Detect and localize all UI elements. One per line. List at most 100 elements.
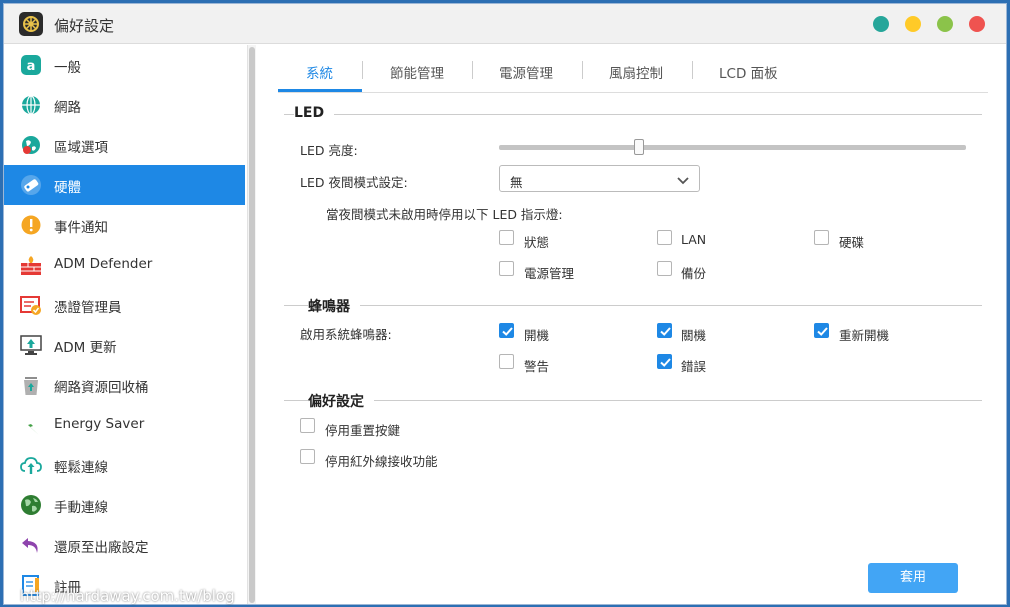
sidebar-item-label: 手動連線 bbox=[54, 500, 108, 516]
sidebar-item-label: 網路資源回收桶 bbox=[54, 380, 149, 396]
disable-ir-receiver-checkbox[interactable] bbox=[300, 449, 315, 464]
led-lan-checkbox[interactable] bbox=[657, 230, 672, 245]
sidebar-item-easy-connect[interactable]: 輕鬆連線 bbox=[4, 445, 245, 485]
led-night-mode-select[interactable]: 無 bbox=[499, 165, 700, 192]
restore-icon bbox=[20, 534, 42, 556]
energy-icon bbox=[20, 414, 42, 436]
window-close-button[interactable] bbox=[969, 16, 985, 32]
section-divider bbox=[284, 400, 982, 401]
buzzer-shutdown-label: 關機 bbox=[681, 328, 707, 343]
chevron-down-icon bbox=[677, 174, 689, 189]
recycle-icon bbox=[20, 374, 42, 396]
sidebar-item-label: ADM Defender bbox=[54, 256, 153, 272]
led-brightness-label: LED 亮度: bbox=[300, 143, 358, 158]
window-control-green-button[interactable] bbox=[937, 16, 953, 32]
buzzer-error-label: 錯誤 bbox=[681, 359, 707, 374]
buzzer-error-checkbox[interactable] bbox=[657, 354, 672, 369]
sidebar-item-notification[interactable]: 事件通知 bbox=[4, 205, 245, 245]
tab-system[interactable]: 系統 bbox=[306, 62, 333, 82]
sidebar: a 一般 網路 區域選項 硬體 事件通知 ADM Defender 憑證管理員 … bbox=[4, 45, 247, 604]
sidebar-item-general[interactable]: a 一般 bbox=[4, 45, 245, 85]
sidebar-item-label: 一般 bbox=[54, 60, 81, 76]
section-divider bbox=[284, 114, 982, 115]
globe-icon bbox=[20, 94, 42, 116]
led-backup-checkbox[interactable] bbox=[657, 261, 672, 276]
led-night-mode-value: 無 bbox=[510, 175, 523, 190]
checkmark-icon bbox=[660, 327, 671, 336]
disable-reset-button-checkbox[interactable] bbox=[300, 418, 315, 433]
tab-separator bbox=[692, 61, 693, 79]
led-disk-label: 硬碟 bbox=[839, 235, 865, 250]
buzzer-startup-label: 開機 bbox=[524, 328, 550, 343]
section-divider bbox=[284, 305, 982, 306]
tab-power-management[interactable]: 電源管理 bbox=[499, 62, 553, 82]
sidebar-item-label: ADM 更新 bbox=[54, 340, 117, 356]
led-disk-checkbox[interactable] bbox=[814, 230, 829, 245]
led-brightness-slider[interactable] bbox=[499, 145, 966, 150]
led-power-checkbox[interactable] bbox=[499, 261, 514, 276]
preferences-section-title: 偏好設定 bbox=[308, 391, 374, 411]
sidebar-item-label: 硬體 bbox=[54, 180, 81, 196]
sidebar-scrollbar[interactable] bbox=[247, 45, 256, 604]
sidebar-item-adm-defender[interactable]: ADM Defender bbox=[4, 245, 245, 285]
checkmark-icon bbox=[817, 327, 828, 336]
checkmark-icon bbox=[502, 327, 513, 336]
sidebar-item-region[interactable]: 區域選項 bbox=[4, 125, 245, 165]
sidebar-item-label: 輕鬆連線 bbox=[54, 460, 108, 476]
buzzer-restart-checkbox[interactable] bbox=[814, 323, 829, 338]
sidebar-item-factory-reset[interactable]: 還原至出廠設定 bbox=[4, 525, 245, 565]
active-tab-indicator bbox=[278, 89, 362, 92]
app-settings-icon bbox=[19, 12, 43, 36]
window-control-yellow-button[interactable] bbox=[905, 16, 921, 32]
disable-ir-receiver-label: 停用紅外線接收功能 bbox=[325, 454, 438, 469]
buzzer-warning-label: 警告 bbox=[524, 359, 550, 374]
checkmark-icon bbox=[660, 358, 671, 367]
sidebar-item-label: 事件通知 bbox=[54, 220, 108, 236]
window-control-teal-button[interactable] bbox=[873, 16, 889, 32]
sidebar-item-recycle-bin[interactable]: 網路資源回收桶 bbox=[4, 365, 245, 405]
tab-separator bbox=[362, 61, 363, 79]
sidebar-item-certificate[interactable]: 憑證管理員 bbox=[4, 285, 245, 325]
tab-fan-control[interactable]: 風扇控制 bbox=[609, 62, 663, 82]
buzzer-enable-label: 啟用系統蜂鳴器: bbox=[300, 327, 392, 342]
window-title: 偏好設定 bbox=[54, 17, 115, 35]
svg-text:a: a bbox=[27, 59, 36, 74]
led-disable-note: 當夜間模式未啟用時停用以下 LED 指示燈: bbox=[326, 207, 563, 222]
sidebar-item-adm-update[interactable]: ADM 更新 bbox=[4, 325, 245, 365]
tab-separator bbox=[582, 61, 583, 79]
sidebar-item-label: 憑證管理員 bbox=[54, 300, 122, 316]
firewall-icon bbox=[20, 254, 42, 276]
led-brightness-slider-handle[interactable] bbox=[634, 139, 645, 155]
sidebar-item-label: 網路 bbox=[54, 100, 81, 116]
certificate-icon bbox=[20, 294, 42, 316]
led-backup-label: 備份 bbox=[681, 266, 707, 281]
region-icon bbox=[20, 134, 42, 156]
buzzer-shutdown-checkbox[interactable] bbox=[657, 323, 672, 338]
buzzer-startup-checkbox[interactable] bbox=[499, 323, 514, 338]
apply-button[interactable]: 套用 bbox=[868, 563, 958, 593]
update-icon bbox=[20, 334, 42, 356]
led-power-label: 電源管理 bbox=[524, 266, 575, 281]
disable-reset-button-label: 停用重置按鍵 bbox=[325, 423, 401, 438]
buzzer-restart-label: 重新開機 bbox=[839, 328, 890, 343]
tab-lcd-panel[interactable]: LCD 面板 bbox=[719, 62, 778, 82]
sidebar-item-label: 還原至出廠設定 bbox=[54, 540, 149, 556]
buzzer-section-title: 蜂鳴器 bbox=[308, 296, 360, 316]
preferences-window: 偏好設定 a 一般 網路 區域選項 硬體 事件通知 ADM Defender 憑… bbox=[3, 3, 1007, 605]
sidebar-item-label: 區域選項 bbox=[54, 140, 108, 156]
buzzer-warning-checkbox[interactable] bbox=[499, 354, 514, 369]
tabs-divider bbox=[278, 92, 988, 93]
general-icon: a bbox=[20, 54, 42, 76]
sidebar-item-label: Energy Saver bbox=[54, 416, 145, 432]
sidebar-item-network[interactable]: 網路 bbox=[4, 85, 245, 125]
tab-energy-management[interactable]: 節能管理 bbox=[390, 62, 444, 82]
sidebar-item-energy-saver[interactable]: Energy Saver bbox=[4, 405, 245, 445]
led-status-checkbox[interactable] bbox=[499, 230, 514, 245]
sidebar-item-manual-connect[interactable]: 手動連線 bbox=[4, 485, 245, 525]
led-night-mode-label: LED 夜間模式設定: bbox=[300, 175, 408, 190]
sidebar-scrollbar-thumb[interactable] bbox=[249, 47, 255, 603]
sidebar-item-hardware[interactable]: 硬體 bbox=[4, 165, 245, 205]
tab-separator bbox=[472, 61, 473, 79]
main-panel: 系統 節能管理 電源管理 風扇控制 LCD 面板 LED LED 亮度: LED… bbox=[256, 45, 1006, 604]
hardware-icon bbox=[20, 174, 42, 196]
